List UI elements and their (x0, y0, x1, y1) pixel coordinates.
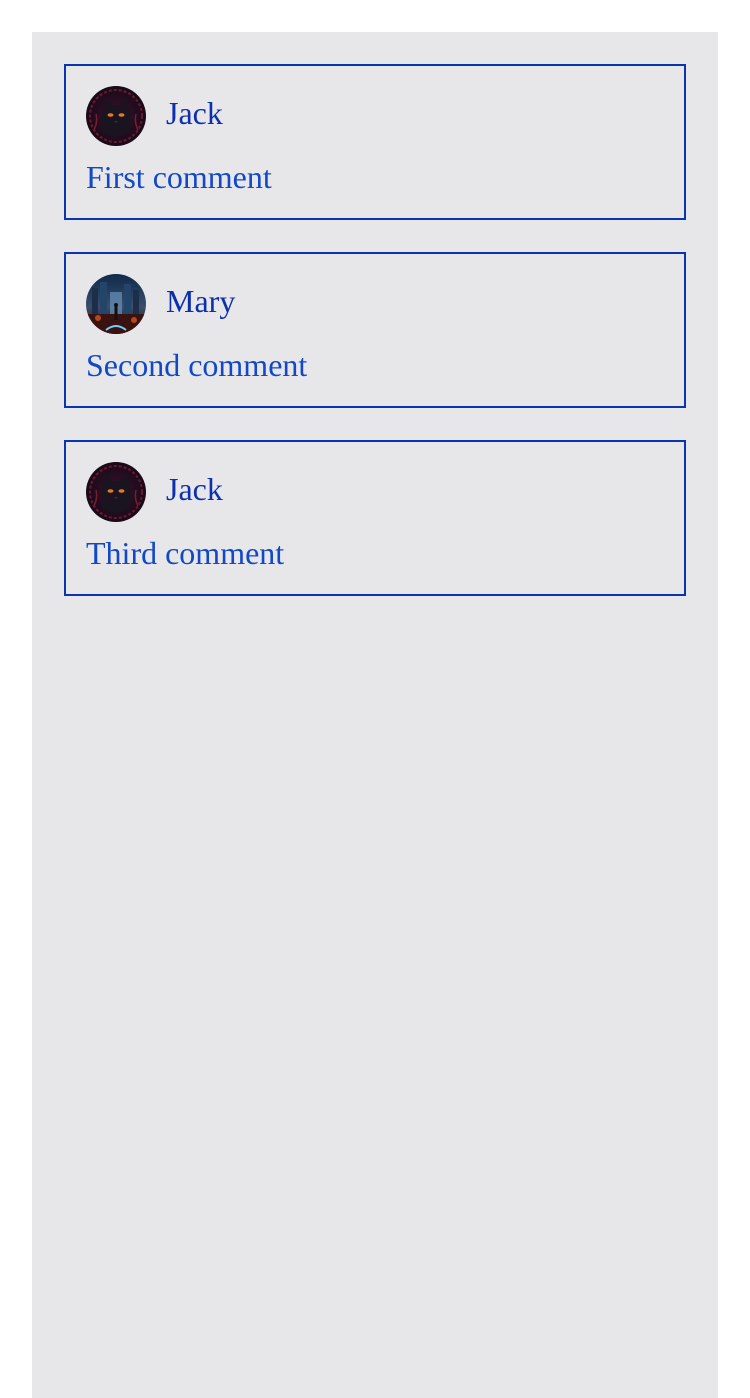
comment-card: Mary Second comment (64, 252, 686, 408)
comments-panel: Jack First comment Mary Second comment J… (32, 32, 718, 1398)
comment-header: Jack (86, 86, 223, 146)
comment-author[interactable]: Mary (166, 285, 235, 317)
black-cat-avatar-icon[interactable] (86, 86, 146, 146)
comment-text: Second comment (86, 347, 308, 383)
comment-card: Jack First comment (64, 64, 686, 220)
comment-text: First comment (86, 159, 272, 195)
comment-author[interactable]: Jack (166, 473, 223, 505)
black-cat-avatar-icon[interactable] (86, 462, 146, 522)
comment-text: Third comment (86, 535, 285, 571)
comment-author[interactable]: Jack (166, 97, 223, 129)
comment-header: Mary (86, 274, 235, 334)
comment-header: Jack (86, 462, 223, 522)
comment-card: Jack Third comment (64, 440, 686, 596)
city-night-avatar-icon[interactable] (86, 274, 146, 334)
comment-list: Jack First comment Mary Second comment J… (64, 64, 686, 628)
